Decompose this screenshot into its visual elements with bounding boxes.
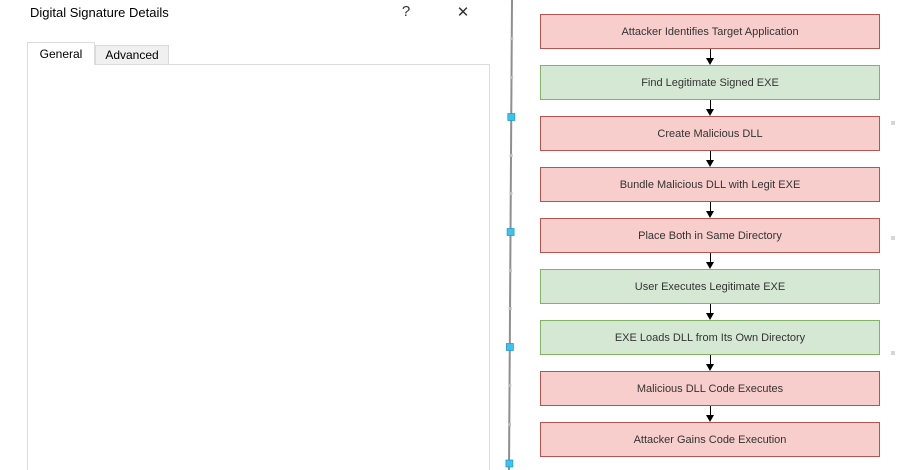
flow-step-4[interactable]: Bundle Malicious DLL with Legit EXE — [540, 167, 880, 202]
close-icon[interactable]: ✕ — [453, 3, 473, 21]
flow-step-1[interactable]: Attacker Identifies Target Application — [540, 14, 880, 49]
flow-arrow[interactable] — [540, 151, 880, 167]
tab-advanced[interactable]: Advanced — [95, 45, 169, 64]
flow-step-2[interactable]: Find Legitimate Signed EXE — [540, 65, 880, 100]
flow-step-5[interactable]: Place Both in Same Directory — [540, 218, 880, 253]
flow-arrow[interactable] — [540, 304, 880, 320]
flow-step-7[interactable]: EXE Loads DLL from Its Own Directory — [540, 320, 880, 355]
flow-arrow[interactable] — [540, 100, 880, 116]
attack-flowchart: Attacker Identifies Target Application F… — [540, 14, 880, 457]
flow-arrow[interactable] — [540, 49, 880, 65]
tab-page-general — [27, 64, 490, 470]
tab-general[interactable]: General — [27, 42, 95, 65]
flow-step-6[interactable]: User Executes Legitimate EXE — [540, 269, 880, 304]
edge-handle-dot — [891, 121, 895, 125]
flow-arrow[interactable] — [540, 202, 880, 218]
flow-arrow[interactable] — [540, 406, 880, 422]
edge-handle-dot — [891, 351, 895, 355]
edge-handle-dot — [891, 236, 895, 240]
flow-arrow[interactable] — [540, 355, 880, 371]
help-icon[interactable]: ? — [396, 3, 416, 20]
flow-step-3[interactable]: Create Malicious DLL — [540, 116, 880, 151]
flow-step-8[interactable]: Malicious DLL Code Executes — [540, 371, 880, 406]
flow-step-9[interactable]: Attacker Gains Code Execution — [540, 422, 880, 457]
divider-line[interactable] — [498, 0, 520, 470]
flow-arrow[interactable] — [540, 253, 880, 269]
dialog-title: Digital Signature Details — [30, 5, 169, 20]
screen: Digital Signature Details ? ✕ General Ad… — [0, 0, 900, 470]
